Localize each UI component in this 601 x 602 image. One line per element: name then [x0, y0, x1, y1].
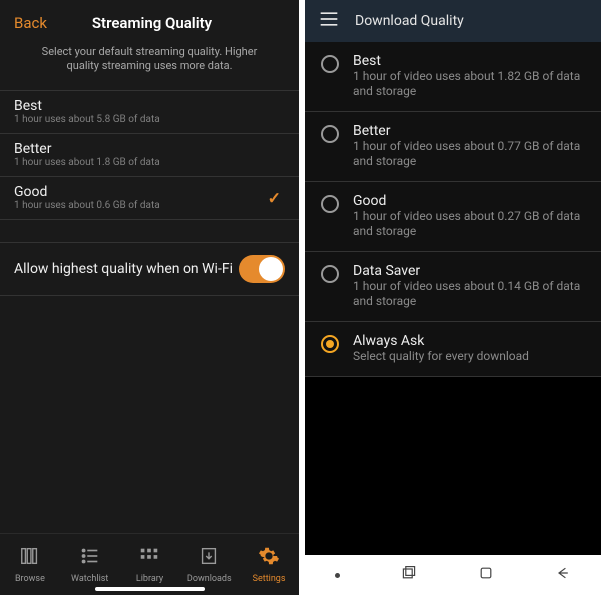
option-label: Good — [353, 193, 585, 209]
downloads-icon — [198, 545, 220, 570]
option-label: Best — [14, 98, 285, 114]
back-button[interactable] — [555, 565, 571, 585]
option-desc: Select quality for every download — [353, 349, 585, 364]
wifi-quality-row[interactable]: Allow highest quality when on Wi-Fi — [0, 242, 299, 296]
tab-downloads[interactable]: Downloads — [179, 534, 239, 595]
toggle-knob — [259, 257, 283, 281]
settings-icon — [258, 545, 280, 570]
wifi-toggle[interactable] — [239, 255, 285, 283]
page-title: Streaming Quality — [19, 14, 285, 32]
download-quality-screen: Download Quality Best 1 hour of video us… — [305, 0, 601, 595]
quality-option-better[interactable]: Better 1 hour uses about 1.8 GB of data — [0, 133, 299, 176]
radio-button[interactable] — [321, 265, 339, 283]
home-indicator[interactable] — [95, 587, 205, 591]
recents-button[interactable] — [401, 565, 417, 585]
extras-button[interactable] — [335, 573, 340, 578]
quality-option-good[interactable]: Good 1 hour uses about 0.6 GB of data ✓ — [0, 176, 299, 220]
tab-browse[interactable]: Browse — [0, 534, 60, 595]
tab-label: Downloads — [187, 574, 232, 584]
checkmark-icon: ✓ — [268, 188, 281, 207]
android-nav-bar — [305, 555, 601, 595]
download-option-good[interactable]: Good 1 hour of video uses about 0.27 GB … — [305, 182, 601, 252]
subtitle-text: Select your default streaming quality. H… — [0, 45, 299, 90]
header: Back Streaming Quality — [0, 0, 299, 45]
download-option-better[interactable]: Better 1 hour of video uses about 0.77 G… — [305, 112, 601, 182]
streaming-quality-screen: Back Streaming Quality Select your defau… — [0, 0, 299, 595]
option-label: Always Ask — [353, 333, 585, 349]
browse-icon — [19, 545, 41, 570]
tab-label: Settings — [253, 574, 286, 584]
app-bar: Download Quality — [305, 0, 601, 42]
download-option-best[interactable]: Best 1 hour of video uses about 1.82 GB … — [305, 42, 601, 112]
option-label: Good — [14, 184, 285, 200]
tab-label: Library — [136, 574, 163, 584]
wifi-label: Allow highest quality when on Wi-Fi — [14, 261, 233, 277]
radio-button[interactable] — [321, 195, 339, 213]
radio-button[interactable] — [321, 335, 339, 353]
tab-settings[interactable]: Settings — [239, 534, 299, 595]
option-label: Better — [353, 123, 585, 139]
app-bar-title: Download Quality — [355, 13, 464, 29]
hamburger-icon[interactable] — [319, 10, 339, 32]
option-desc: 1 hour uses about 0.6 GB of data — [14, 200, 285, 211]
option-desc: 1 hour of video uses about 0.27 GB of da… — [353, 209, 585, 239]
watchlist-icon — [79, 545, 101, 570]
tab-library[interactable]: Library — [120, 534, 180, 595]
option-desc: 1 hour of video uses about 0.14 GB of da… — [353, 279, 585, 309]
option-label: Best — [353, 53, 585, 69]
tab-watchlist[interactable]: Watchlist — [60, 534, 120, 595]
radio-button[interactable] — [321, 125, 339, 143]
tab-label: Watchlist — [71, 574, 108, 584]
radio-button[interactable] — [321, 55, 339, 73]
quality-option-best[interactable]: Best 1 hour uses about 5.8 GB of data — [0, 90, 299, 133]
option-label: Data Saver — [353, 263, 585, 279]
option-desc: 1 hour of video uses about 0.77 GB of da… — [353, 139, 585, 169]
download-option-always-ask[interactable]: Always Ask Select quality for every down… — [305, 322, 601, 377]
tab-label: Browse — [15, 574, 45, 584]
download-options-list: Best 1 hour of video uses about 1.82 GB … — [305, 42, 601, 377]
download-option-data-saver[interactable]: Data Saver 1 hour of video uses about 0.… — [305, 252, 601, 322]
option-desc: 1 hour uses about 1.8 GB of data — [14, 157, 285, 168]
library-icon — [138, 545, 160, 570]
option-desc: 1 hour of video uses about 1.82 GB of da… — [353, 69, 585, 99]
quality-options-list: Best 1 hour uses about 5.8 GB of data Be… — [0, 90, 299, 220]
tab-bar: Browse Watchlist Library Downloads — [0, 533, 299, 595]
option-label: Better — [14, 141, 285, 157]
option-desc: 1 hour uses about 5.8 GB of data — [14, 114, 285, 125]
home-button[interactable] — [478, 565, 494, 585]
